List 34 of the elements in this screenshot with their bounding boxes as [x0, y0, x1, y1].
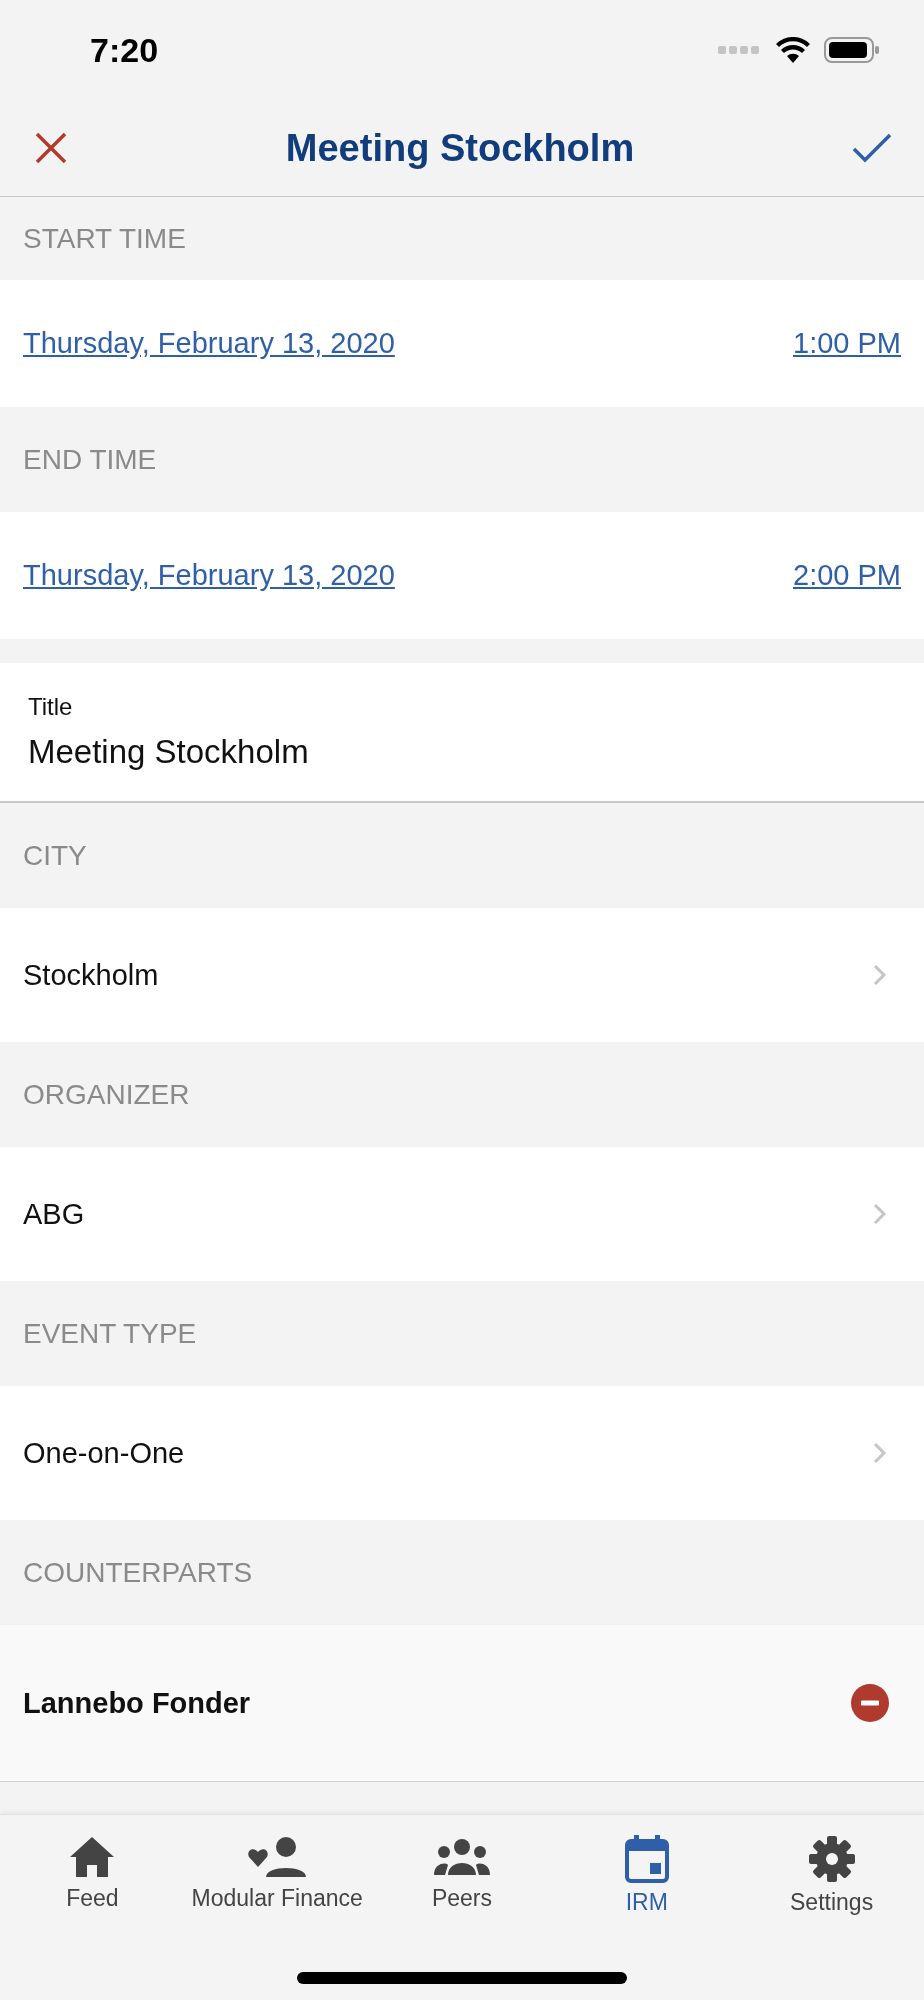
remove-icon[interactable]: [851, 1684, 889, 1722]
title-field[interactable]: Title Meeting Stockholm: [0, 663, 924, 803]
chevron-icon: [873, 1442, 887, 1464]
time-link[interactable]: 2:00 PM: [793, 559, 901, 592]
time-link[interactable]: 1:00 PM: [793, 327, 901, 360]
calendar-icon: [624, 1835, 669, 1883]
tab[interactable]: Settings: [739, 1835, 924, 1916]
checkmark-icon[interactable]: [852, 132, 892, 164]
close-icon[interactable]: [34, 131, 68, 165]
counterpart-name: Lannebo Fonder: [23, 1686, 251, 1720]
picker-row[interactable]: Stockholm: [0, 908, 924, 1042]
chevron-icon: [873, 1203, 887, 1225]
section-header: END TIME: [23, 443, 157, 476]
settings-icon: [807, 1835, 856, 1883]
section-header: ORGANIZER: [23, 1078, 190, 1111]
picker-row[interactable]: ABG: [0, 1147, 924, 1281]
date-link[interactable]: Thursday, February 13, 2020: [23, 559, 395, 592]
section-header: COUNTERPARTS: [23, 1556, 253, 1589]
tab[interactable]: IRM: [554, 1835, 740, 1916]
tab[interactable]: Modular Finance: [184, 1835, 370, 1912]
chevron-icon: [873, 964, 887, 986]
person-heart-icon: [248, 1835, 307, 1879]
section-header: CITY: [23, 839, 87, 872]
status-time: 7:20: [90, 30, 159, 70]
date-link[interactable]: Thursday, February 13, 2020: [23, 327, 395, 360]
tab[interactable]: Peers: [369, 1835, 555, 1912]
wifi-icon: [776, 37, 810, 63]
section-header: START TIME: [23, 222, 186, 255]
screen-title: Meeting Stockholm: [285, 126, 635, 170]
picker-row[interactable]: One-on-One: [0, 1386, 924, 1520]
section-header: EVENT TYPE: [23, 1317, 197, 1350]
signal-icon: [718, 45, 762, 55]
tab[interactable]: Feed: [0, 1835, 185, 1912]
battery-icon: [824, 36, 880, 64]
